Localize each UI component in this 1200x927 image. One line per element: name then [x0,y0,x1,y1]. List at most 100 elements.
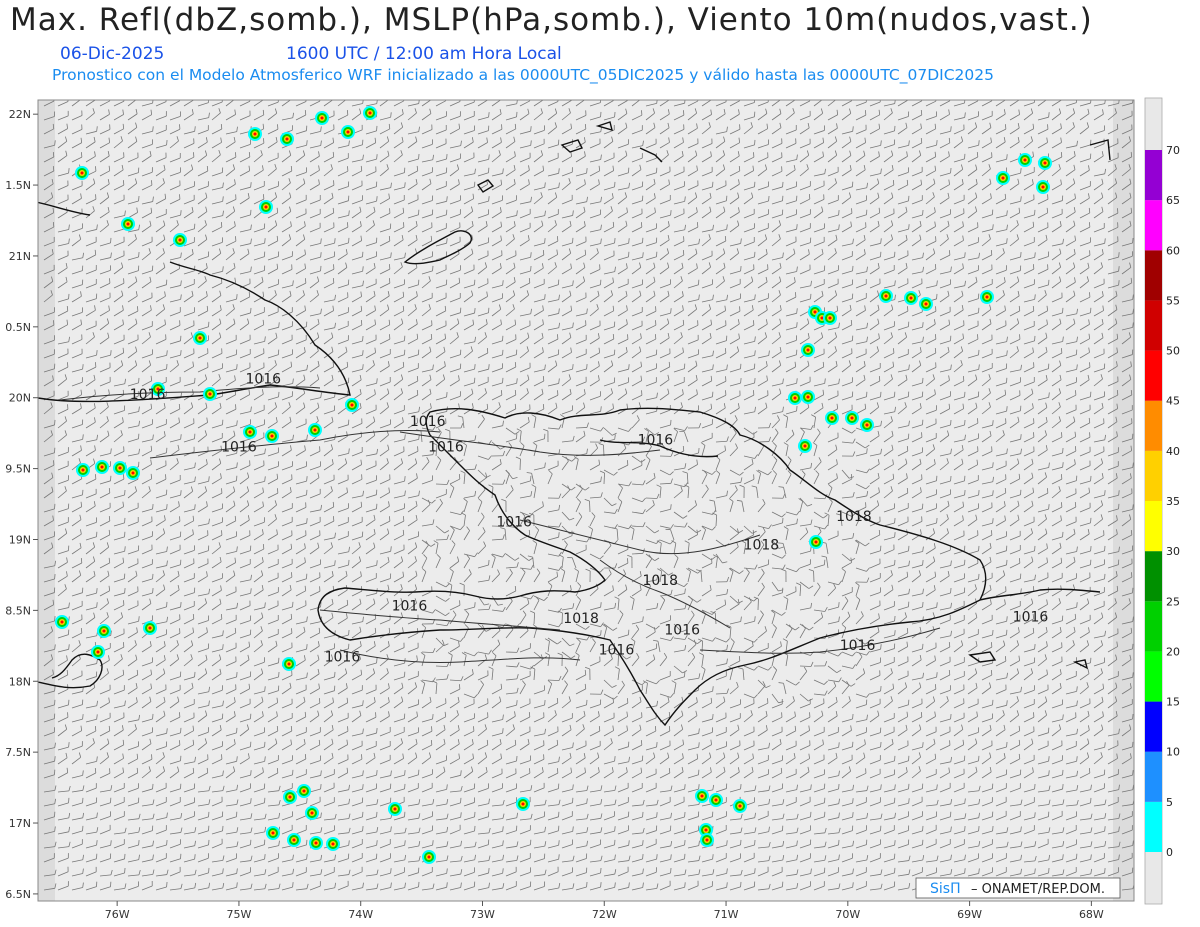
wind-barb-flag [402,529,405,535]
wind-barb-flag [628,238,630,244]
wind-barb-flag [402,305,405,311]
wind-barb-flag [1118,490,1120,496]
wind-barb-flag [250,182,252,188]
wind-barb-flag [346,361,349,367]
wind-barb-flag [1020,168,1022,174]
wind-barb-flag [1118,266,1120,272]
wind-barb-flag [306,518,308,524]
wind-barb-flag [68,168,70,174]
wind-barb-flag [794,95,795,100]
wind-barb-flag [488,112,490,118]
wind-barb-flag [1088,417,1091,423]
wind-barb-flag [262,109,265,115]
wind-barb [603,472,605,485]
wind-barb [589,500,591,513]
wind-barb-flag [345,94,346,99]
wind-barb-flag [908,224,910,230]
wind-barb-flag [514,389,517,396]
domain-area [55,100,1113,901]
wind-barb-flag [236,294,238,300]
wind-barb-flag [710,100,711,101]
wind-barb-flag [360,165,363,171]
wind-barb-flag [404,476,406,482]
wind-barb-flag [528,277,531,284]
wind-barb-flag [992,420,994,426]
wind-barb-flag [264,238,266,244]
wind-barb-flag [474,364,476,370]
wind-barb-flag [894,532,896,538]
wind-barb-flag [332,151,335,157]
wind-barb-flag [1062,462,1064,468]
wind-barb-flag [906,487,909,494]
wind-barb-flag [740,378,742,384]
wind-barb-flag [388,123,391,129]
wind-barb-flag [906,445,909,452]
wind-barb-flag [94,100,96,101]
wind-barb-flag [936,140,938,146]
wind-barb-flag [180,490,182,496]
wind-barb-flag [334,238,336,244]
wind-barb-flag [514,123,517,129]
wind-barb-flag [108,487,111,494]
wind-barb-flag [572,364,574,370]
wind-barb-flag [192,100,194,101]
wind-barb-flag [544,294,546,300]
wind-barb-flag [821,95,822,100]
wind-barb-flag [822,361,825,367]
wind-barb-flag [362,350,364,356]
wind-barb-flag [446,238,448,244]
wind-barb-flag [796,322,798,328]
wind-barb-flag [206,165,209,172]
wind-barb-flag [1060,100,1062,101]
wind-barb-flag [1018,305,1021,311]
wind-barb-flag [276,235,279,241]
wind-barb-flag [166,504,168,510]
wind-barb-flag [682,319,685,325]
wind-barb-flag [684,100,686,104]
wind-barb-flag [1032,305,1035,312]
wind-barb-flag [835,94,837,99]
wind-barb-flag [542,100,543,101]
wind-barb-flag [670,210,672,216]
wind-barb-flag [670,504,672,510]
wind-barb-flag [332,501,335,507]
weather-map: 10161016101610161016 10161016 101810181018… [5,94,1180,921]
wind-barb-flag [738,165,741,171]
wind-barb-flag [544,238,546,244]
wind-barb-flag [376,196,378,202]
wind-barb-flag [1118,252,1120,258]
wind-barb-flag [320,252,322,258]
wind-barb-flag [1006,406,1008,412]
wind-barb-flag [206,305,209,311]
wind-barb-flag [1018,100,1019,101]
wind-barb-flag [682,445,685,452]
wind-barb-flag [180,434,182,440]
wind-barb-flag [290,165,293,172]
wind-barb-flag [236,364,238,370]
wind-barb-flag [474,308,476,314]
wind-barb-flag [66,305,69,312]
wind-barb-flag [262,100,263,101]
wind-barb-flag [514,403,517,409]
wind-barb-flag [233,94,234,99]
wind-barb-flag [1130,389,1133,396]
wind-barb-flag [108,529,111,535]
wind-barb-flag [416,389,419,396]
wind-barb-flag [152,100,154,104]
wind-barb-flag [978,140,980,146]
wind-barb-flag [752,529,755,535]
wind-barb-flag [332,207,335,213]
wind-barb-flag [1130,151,1133,157]
wind-barb-flag [1020,434,1022,440]
wind-barb-flag [1006,238,1008,244]
wind-barb-flag [1048,504,1050,510]
wind-barb-flag [290,95,291,100]
wind-barb-flag [1088,207,1091,213]
wind-barb-flag [1004,100,1006,101]
wind-barb-flag [306,476,308,482]
wind-barb-flag [500,95,501,100]
wind-barb-flag [486,100,488,101]
wind-barb-flag [906,179,909,185]
wind-barb-flag [180,210,182,216]
wind-barb-flag [668,361,671,367]
